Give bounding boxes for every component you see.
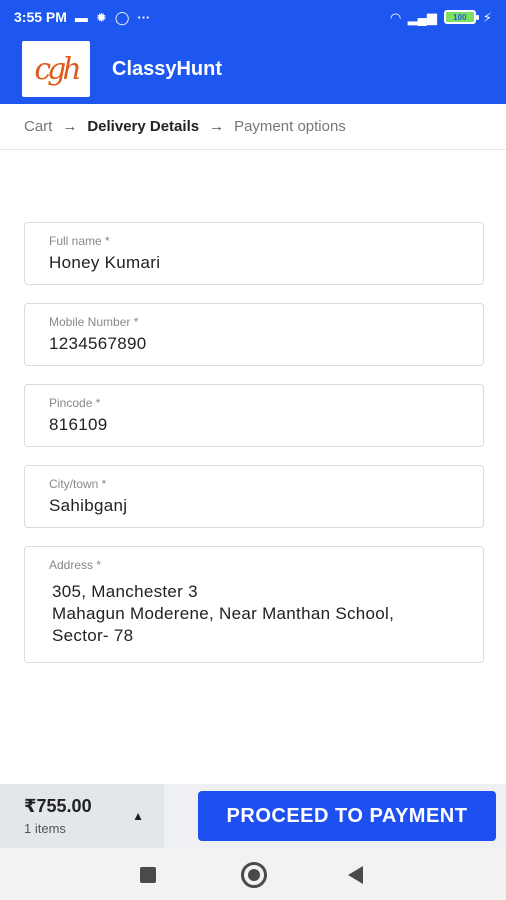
battery-icon: 100 xyxy=(443,10,479,24)
message-icon: ▬ xyxy=(74,9,88,25)
signal-icon: ▂▄▆ xyxy=(407,9,437,25)
full-name-label: Full name * xyxy=(49,234,110,248)
full-name-field[interactable]: Full name * Honey Kumari xyxy=(24,222,484,285)
pincode-value[interactable]: 816109 xyxy=(49,415,483,435)
city-value[interactable]: Sahibganj xyxy=(49,496,483,516)
full-name-value[interactable]: Honey Kumari xyxy=(49,253,483,273)
breadcrumb-cart[interactable]: Cart xyxy=(24,118,52,135)
more-icon: ··· xyxy=(137,9,151,25)
breadcrumb-payment-options: Payment options xyxy=(234,118,346,135)
logo-mark: cgh xyxy=(34,51,81,87)
mobile-number-field[interactable]: Mobile Number * 1234567890 xyxy=(24,303,484,366)
home-icon[interactable] xyxy=(241,862,267,888)
mobile-number-label: Mobile Number * xyxy=(49,315,139,329)
settings-icon: ✹ xyxy=(95,9,107,25)
proceed-to-payment-button[interactable]: PROCEED TO PAYMENT xyxy=(198,791,496,841)
back-icon[interactable] xyxy=(348,866,363,884)
app-header: cgh ClassyHunt xyxy=(0,34,506,104)
brand-logo[interactable]: cgh xyxy=(22,41,90,97)
battery-level: 100 xyxy=(453,12,467,22)
arrow-right-icon: → xyxy=(62,118,78,135)
breadcrumb: Cart → Delivery Details → Payment option… xyxy=(0,104,506,150)
breadcrumb-delivery-details: Delivery Details xyxy=(87,118,200,135)
mobile-number-value[interactable]: 1234567890 xyxy=(49,334,483,354)
city-label: City/town * xyxy=(49,477,107,491)
address-line-3: Sector- 78 xyxy=(52,626,134,645)
status-time: 3:55 PM xyxy=(14,9,67,25)
item-count: 1 items xyxy=(24,821,66,836)
pincode-field[interactable]: Pincode * 816109 xyxy=(24,384,484,447)
address-label: Address * xyxy=(49,558,102,572)
whatsapp-icon: ◯ xyxy=(114,9,130,25)
address-value[interactable]: 305, Manchester 3 Mahagun Moderene, Near… xyxy=(49,581,483,647)
address-field[interactable]: Address * 305, Manchester 3 Mahagun Mode… xyxy=(24,546,484,663)
status-bar: 3:55 PM ▬ ✹ ◯ ··· ◠ ▂▄▆ 100 ⚡ xyxy=(0,0,506,34)
app-title: ClassyHunt xyxy=(112,57,223,80)
wifi-icon: ◠ xyxy=(390,9,401,25)
city-field[interactable]: City/town * Sahibganj xyxy=(24,465,484,528)
caret-up-icon[interactable]: ▲ xyxy=(132,809,144,823)
address-line-1: 305, Manchester 3 xyxy=(52,582,198,601)
address-line-2: Mahagun Moderene, Near Manthan School, xyxy=(52,604,395,623)
checkout-bar: ₹755.00 1 items ▲ PROCEED TO PAYMENT xyxy=(0,784,506,848)
system-nav-bar xyxy=(0,848,506,900)
pincode-label: Pincode * xyxy=(49,396,101,410)
recents-icon[interactable] xyxy=(140,867,156,883)
charging-icon: ⚡ xyxy=(482,9,492,25)
arrow-right-icon: → xyxy=(209,118,225,135)
order-summary-toggle[interactable]: ₹755.00 1 items ▲ xyxy=(0,784,164,848)
